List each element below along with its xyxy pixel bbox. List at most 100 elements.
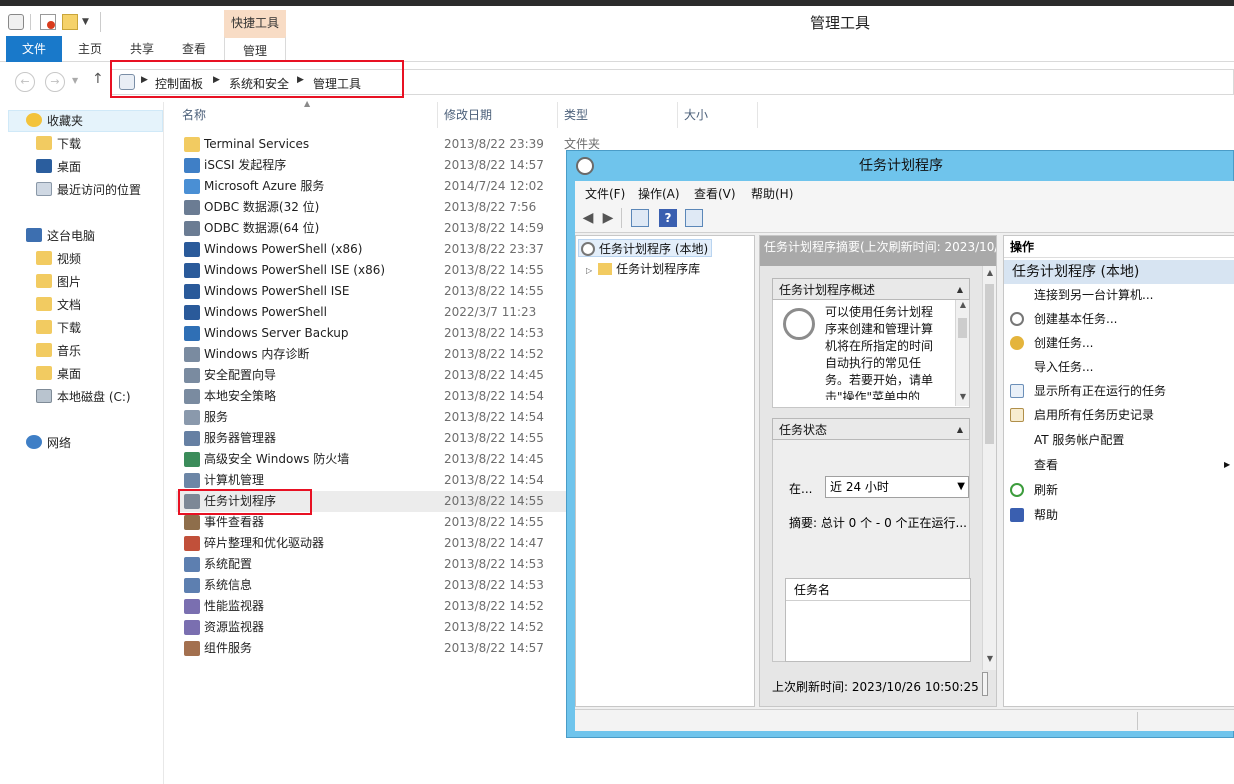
file-name: 安全配置向导 — [204, 368, 277, 382]
shortcut-icon — [184, 242, 200, 257]
tab-file[interactable]: 文件 — [6, 36, 62, 62]
desktop-icon — [36, 159, 52, 173]
up-button[interactable]: ↑ — [92, 71, 104, 87]
shortcut-icon — [184, 641, 200, 656]
nav-item-music[interactable]: 音乐 — [36, 341, 81, 361]
nav-item-local-disk[interactable]: 本地磁盘 (C:) — [36, 387, 131, 407]
nav-favorites[interactable]: 收藏夹 — [26, 111, 83, 131]
menu-action[interactable]: 操作(A) — [638, 185, 680, 202]
status-divider — [1137, 712, 1138, 730]
qat-dropdown-icon[interactable]: ▼ — [82, 14, 98, 30]
nav-network[interactable]: 网络 — [26, 433, 71, 453]
nav-this-pc-label: 这台电脑 — [47, 229, 96, 243]
scroll-up-icon[interactable]: ▲ — [956, 300, 970, 309]
show-action-pane-icon[interactable] — [685, 209, 703, 227]
file-date: 2013/8/22 14:45 — [444, 452, 544, 466]
pictures-folder-icon — [36, 274, 52, 288]
task-scheduler-highlight-box — [178, 489, 312, 515]
status-section-body: 在... 近 24 小时 ▼ 摘要: 总计 0 个 - 0 个正在运行... 任… — [772, 440, 971, 662]
overview-section-header[interactable]: 任务计划程序概述 ▲ — [772, 278, 970, 300]
tab-share[interactable]: 共享 — [124, 36, 160, 62]
file-list: ▲ 名称 修改日期 类型 大小 Terminal Services 2013/8/… — [176, 99, 766, 784]
nav-this-pc[interactable]: 这台电脑 — [26, 226, 95, 246]
nav-item-downloads-pc[interactable]: 下载 — [36, 318, 81, 338]
file-date: 2013/8/22 14:52 — [444, 599, 544, 613]
status-section-header[interactable]: 任务状态 ▲ — [772, 418, 970, 440]
toolbar: ◀ ▶ ? — [575, 205, 1234, 233]
summary-pane: 任务计划程序摘要(上次刷新时间: 2023/10/2 任务计划程序概述 ▲ 可以… — [759, 235, 997, 707]
status-period-value: 近 24 小时 — [830, 480, 889, 494]
nav-item-desktop-pc[interactable]: 桌面 — [36, 364, 81, 384]
collapse-icon[interactable]: ▲ — [957, 279, 963, 301]
last-refresh-text: 上次刷新时间: 2023/10/26 10:50:25 — [772, 680, 979, 694]
expand-icon[interactable]: ▷ — [586, 266, 592, 275]
status-period-select[interactable]: 近 24 小时 ▼ — [825, 476, 969, 498]
recent-locations-icon[interactable]: ▼ — [72, 76, 78, 85]
scroll-down-icon[interactable]: ▼ — [983, 654, 997, 663]
menu-help[interactable]: 帮助(H) — [751, 185, 793, 202]
forward-button[interactable]: → — [45, 72, 65, 92]
properties-icon[interactable] — [8, 14, 24, 30]
file-date: 2013/8/22 14:53 — [444, 578, 544, 592]
new-folder-icon[interactable] — [62, 14, 78, 30]
nav-item-label: 文档 — [57, 298, 82, 312]
help-icon — [1010, 508, 1024, 522]
shortcut-icon — [184, 410, 200, 425]
nav-item-label: 桌面 — [57, 160, 82, 174]
grid-column-task-name[interactable]: 任务名 — [786, 579, 970, 601]
new-doc-icon[interactable] — [40, 14, 56, 30]
tree-item-library[interactable]: ▷ 任务计划程序库 — [586, 260, 700, 278]
forward-arrow-icon[interactable]: ▶ — [599, 209, 617, 227]
scroll-down-icon[interactable]: ▼ — [956, 392, 970, 401]
recent-places-icon — [36, 182, 52, 196]
tab-manage[interactable]: 管理 — [224, 36, 286, 62]
tree-item-local[interactable]: 任务计划程序 (本地) — [578, 239, 712, 257]
nav-item-label: 本地磁盘 (C:) — [57, 390, 131, 404]
tab-home[interactable]: 主页 — [72, 36, 108, 62]
back-button[interactable]: ← — [15, 72, 35, 92]
task-scheduler-title: 任务计划程序 — [859, 158, 943, 174]
menu-file[interactable]: 文件(F) — [585, 185, 625, 202]
help-icon[interactable]: ? — [659, 209, 677, 227]
column-header-name[interactable]: 名称 — [176, 102, 438, 128]
nav-item-downloads[interactable]: 下载 — [36, 134, 81, 154]
shortcut-icon — [184, 452, 200, 467]
back-arrow-icon[interactable]: ◀ — [579, 209, 597, 227]
nav-item-videos[interactable]: 视频 — [36, 249, 81, 269]
scroll-thumb[interactable] — [958, 318, 967, 338]
file-date: 2013/8/22 14:53 — [444, 557, 544, 571]
nav-item-recent[interactable]: 最近访问的位置 — [36, 180, 141, 200]
tab-view[interactable]: 查看 — [176, 36, 212, 62]
menu-view[interactable]: 查看(V) — [694, 185, 736, 202]
chevron-down-icon[interactable]: ▼ — [957, 477, 965, 497]
scroll-thumb[interactable] — [985, 284, 994, 444]
file-name: iSCSI 发起程序 — [204, 158, 287, 172]
shortcut-icon — [184, 578, 200, 593]
status-period-label: 在... — [789, 482, 813, 496]
scroll-up-icon[interactable]: ▲ — [983, 268, 997, 277]
nav-item-pictures[interactable]: 图片 — [36, 272, 81, 292]
status-summary: 摘要: 总计 0 个 - 0 个正在运行... — [789, 516, 967, 530]
file-name: 组件服务 — [204, 641, 253, 655]
show-console-tree-icon[interactable] — [631, 209, 649, 227]
column-header-date[interactable]: 修改日期 — [438, 102, 558, 128]
collapse-icon[interactable]: ▲ — [957, 419, 963, 441]
console-tree: 任务计划程序 (本地) ▷ 任务计划程序库 — [575, 235, 755, 707]
shortcut-icon — [184, 305, 200, 320]
file-name: 高级安全 Windows 防火墙 — [204, 452, 350, 466]
nav-item-desktop[interactable]: 桌面 — [36, 157, 81, 177]
navigation-pane: 收藏夹 下载 桌面 最近访问的位置 这台电脑 视频 图片 文档 下载 音乐 桌面… — [0, 102, 164, 784]
action-label: AT 服务帐户配置 — [1034, 433, 1125, 447]
nav-item-documents[interactable]: 文档 — [36, 295, 81, 315]
file-name: 资源监视器 — [204, 620, 265, 634]
nav-favorites-label: 收藏夹 — [47, 114, 84, 128]
column-header-size[interactable]: 大小 — [678, 102, 758, 128]
actions-group-header[interactable]: 任务计划程序 (本地) — [1004, 260, 1234, 284]
overview-scrollbar[interactable]: ▲ ▼ — [955, 300, 969, 406]
downloads-folder-icon — [36, 136, 52, 150]
summary-scrollbar[interactable]: ▲ ▼ — [982, 266, 996, 670]
column-header-type[interactable]: 类型 — [558, 102, 678, 128]
overview-text: 可以使用任务计划程序来创建和管理计算机将在所指定的时间自动执行的常见任务。若要开… — [825, 305, 934, 400]
refresh-button[interactable] — [982, 672, 988, 696]
address-highlight-box — [110, 60, 404, 98]
